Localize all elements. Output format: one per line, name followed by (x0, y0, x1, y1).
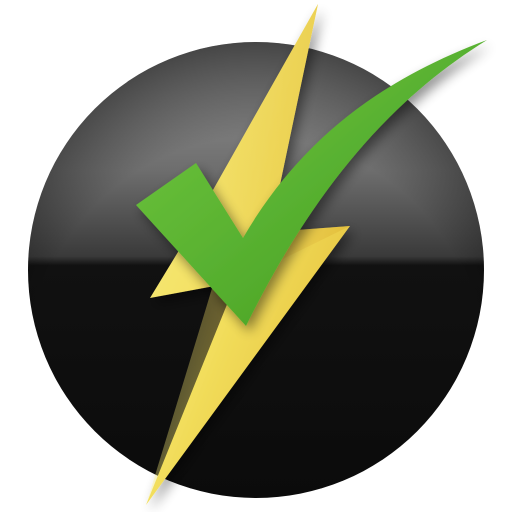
lightning-checkmark-icon (28, 4, 487, 505)
app-icon (0, 0, 512, 512)
